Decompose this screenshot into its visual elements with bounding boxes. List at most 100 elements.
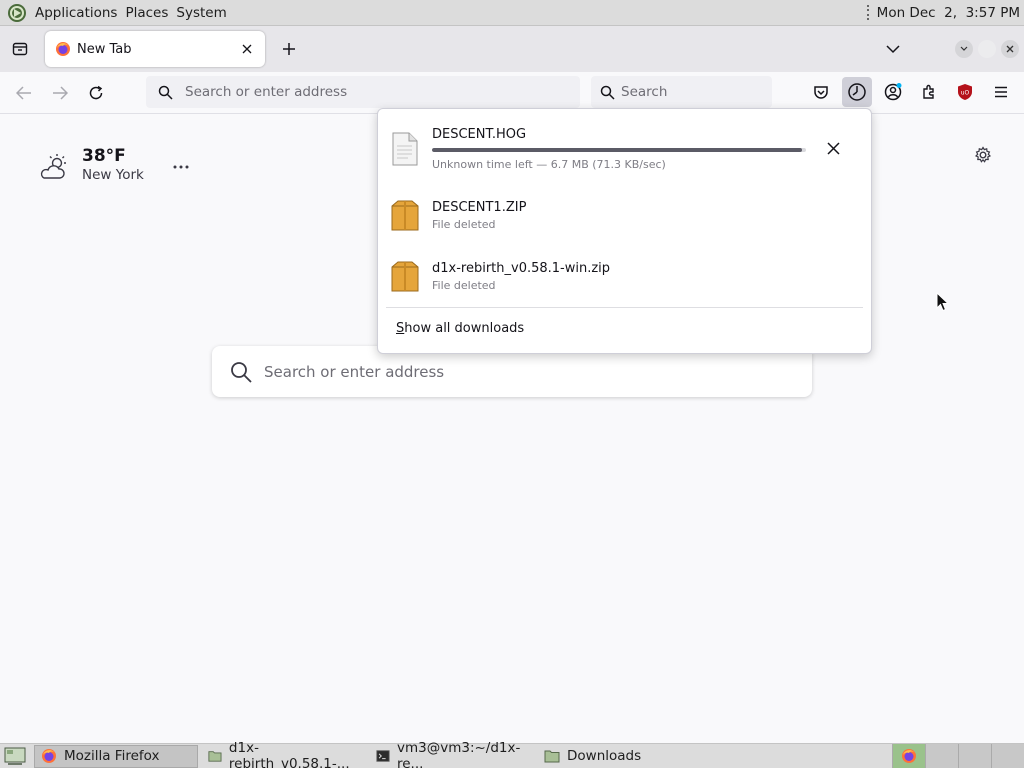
maximize-button[interactable] (978, 40, 996, 58)
taskbar-item-d1x-folder[interactable]: d1x-rebirth_v0.58.1-... (202, 740, 366, 768)
search-bar[interactable]: Search (591, 76, 772, 108)
desktop-icon (4, 747, 26, 765)
workspace-1[interactable] (892, 744, 925, 768)
firefox-view-icon (12, 42, 28, 56)
downloads-panel: DESCENT.HOG Unknown time left — 6.7 MB (… (377, 108, 872, 354)
url-placeholder: Search or enter address (185, 84, 348, 100)
minimize-button[interactable] (955, 40, 973, 58)
close-icon (1006, 45, 1014, 53)
download-filename: DESCENT1.ZIP (432, 199, 527, 215)
arrow-left-icon (16, 85, 31, 100)
chevron-down-icon (960, 46, 968, 51)
ublock-origin-button[interactable]: uO (950, 77, 980, 107)
show-all-downloads-button[interactable]: Show all downloads (396, 321, 524, 336)
taskbar: Mozilla Firefox d1x-rebirth_v0.58.1-... … (0, 740, 1024, 768)
search-placeholder: Search (621, 84, 668, 100)
account-icon (884, 83, 902, 101)
taskbar-item-label: vm3@vm3:~/d1x-re... (396, 740, 521, 768)
download-filename: d1x-rebirth_v0.58.1-win.zip (432, 260, 611, 276)
show-all-label: how all downloads (404, 321, 525, 336)
close-window-button[interactable] (1001, 40, 1019, 58)
document-file-icon (392, 132, 418, 166)
mouse-pointer-icon (936, 292, 950, 312)
weather-city: New York (82, 167, 144, 183)
download-item[interactable]: DESCENT.HOG Unknown time left — 6.7 MB (… (390, 121, 860, 177)
workspace-2[interactable] (925, 744, 958, 768)
partly-cloudy-icon (40, 154, 66, 179)
taskbar-item-firefox[interactable]: Mozilla Firefox (34, 744, 198, 768)
arrow-right-icon (53, 85, 68, 100)
tab-strip: New Tab (0, 26, 1024, 72)
search-icon (600, 85, 615, 100)
downloads-progress-icon (848, 83, 866, 101)
terminal-icon (376, 750, 390, 762)
search-icon (231, 361, 252, 383)
downloads-button[interactable] (842, 77, 872, 107)
tab-title: New Tab (77, 41, 132, 57)
taskbar-item-terminal[interactable]: vm3@vm3:~/d1x-re... (370, 740, 534, 768)
account-button[interactable] (878, 77, 908, 107)
top-panel: Applications Places System Mon Dec 2, 3:… (0, 0, 1024, 26)
archive-file-icon (391, 261, 419, 292)
newtab-search-placeholder: Search or enter address (264, 362, 445, 381)
pocket-icon (814, 86, 828, 99)
weather-more-button[interactable] (172, 158, 190, 176)
download-status: File deleted (432, 217, 496, 231)
taskbar-item-label: Downloads (567, 748, 642, 764)
weather-widget[interactable]: 38°F New York (38, 146, 144, 184)
more-dots-icon (173, 165, 189, 169)
taskbar-item-label: Mozilla Firefox (64, 748, 160, 764)
reload-button[interactable] (82, 79, 110, 107)
cancel-download-button[interactable] (822, 137, 844, 159)
plus-icon (283, 43, 295, 55)
taskbar-item-label: d1x-rebirth_v0.58.1-... (228, 740, 350, 768)
personalize-button[interactable] (972, 144, 994, 166)
extensions-button[interactable] (914, 77, 944, 107)
download-filename: DESCENT.HOG (432, 127, 527, 142)
show-desktop-button[interactable] (0, 745, 30, 768)
new-tab-button[interactable] (275, 35, 303, 63)
system-menu[interactable]: System (172, 5, 230, 21)
download-item[interactable]: d1x-rebirth_v0.58.1-win.zip File deleted (390, 248, 860, 304)
firefox-icon (902, 749, 916, 763)
url-bar[interactable]: Search or enter address (146, 76, 580, 108)
clock[interactable]: Mon Dec 2, 3:57 PM (877, 5, 1020, 21)
search-icon (158, 85, 173, 100)
archive-file-icon (391, 200, 419, 231)
ublock-shield-icon: uO (958, 84, 972, 100)
list-all-tabs-button[interactable] (879, 35, 907, 63)
folder-icon (544, 750, 560, 763)
toolbar-icons: uO (806, 77, 1022, 107)
close-tab-button[interactable] (239, 41, 255, 57)
downloads-divider (386, 307, 863, 308)
applications-menu[interactable]: Applications (31, 5, 121, 21)
download-progress-fill (432, 148, 803, 152)
workspace-4[interactable] (991, 744, 1024, 768)
close-icon (242, 44, 252, 54)
svg-text:uO: uO (961, 90, 970, 97)
places-menu[interactable]: Places (121, 5, 172, 21)
download-progress-bar (432, 148, 806, 152)
forward-button[interactable] (46, 79, 74, 107)
tab-new-tab[interactable]: New Tab (45, 31, 265, 67)
download-item[interactable]: DESCENT1.ZIP File deleted (390, 187, 860, 243)
puzzle-icon (923, 84, 934, 99)
distro-logo-icon[interactable] (7, 3, 27, 23)
app-menu-button[interactable] (986, 77, 1016, 107)
taskbar-item-downloads-folder[interactable]: Downloads (538, 745, 702, 768)
firefox-view-button[interactable] (8, 37, 32, 61)
panel-handle-icon (866, 4, 871, 21)
folder-icon (208, 751, 222, 762)
hamburger-menu-icon (995, 86, 1007, 98)
firefox-icon (42, 749, 56, 763)
workspace-3[interactable] (958, 744, 991, 768)
firefox-icon (56, 42, 70, 56)
pocket-button[interactable] (806, 77, 836, 107)
reload-icon (89, 85, 103, 99)
gear-icon (974, 146, 992, 163)
download-status: Unknown time left — 6.7 MB (71.3 KB/sec) (432, 158, 666, 171)
back-button[interactable] (10, 79, 38, 107)
download-status: File deleted (432, 278, 496, 292)
close-icon (826, 141, 840, 155)
chevron-down-icon (886, 45, 900, 54)
